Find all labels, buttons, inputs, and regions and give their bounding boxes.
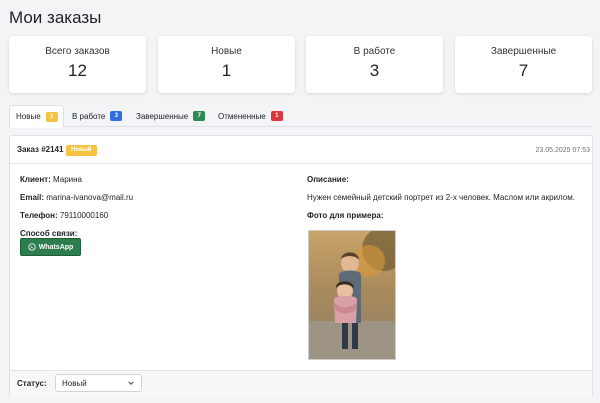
stat-value: 12 <box>68 61 87 80</box>
status-select-value: Новый <box>62 378 87 388</box>
client-value: Марина <box>52 175 82 184</box>
tab-completed[interactable]: Завершенные 7 <box>130 105 212 127</box>
example-photo[interactable] <box>308 230 396 360</box>
phone-field: Телефон: 79110000160 <box>20 211 108 220</box>
stat-value: 7 <box>518 61 529 80</box>
tab-count-badge: 3 <box>110 111 123 121</box>
stat-label: Всего заказов <box>45 46 110 57</box>
photo-label-text: Фото для примера: <box>307 211 384 220</box>
contact-method-label-text: Способ связи: <box>20 229 78 238</box>
order-date: 23.05.2025 07:53 <box>535 147 591 154</box>
stat-card-total: Всего заказов 12 <box>9 36 146 93</box>
description-label: Описание: <box>307 175 349 184</box>
stat-label: В работе <box>353 46 396 57</box>
email-field: Email: marina-ivanova@mail.ru <box>20 193 133 202</box>
tab-cancelled[interactable]: Отмененные 1 <box>212 105 292 127</box>
contact-method-label: Способ связи: <box>20 229 77 238</box>
tab-new[interactable]: Новые 1 <box>9 105 64 128</box>
tab-count-badge: 1 <box>45 111 58 122</box>
tab-label: Завершенные <box>136 111 189 121</box>
stat-card-completed: Завершенные 7 <box>455 36 592 93</box>
description-text: Нужен семейный детский портрет из 2-х че… <box>307 193 575 202</box>
page-title: Мои заказы <box>9 8 102 27</box>
order-card: Заказ #2141 Новый 23.05.2025 07:53 Клиен… <box>9 135 593 398</box>
whatsapp-button[interactable]: WhatsApp <box>20 238 81 256</box>
status-select[interactable]: Новый <box>55 374 142 392</box>
example-photo-image <box>309 231 395 359</box>
whatsapp-icon <box>28 243 36 251</box>
tab-count-badge: 1 <box>270 111 283 121</box>
stat-label: Завершенные <box>490 46 557 57</box>
email-value: marina-ivanova@mail.ru <box>46 193 134 202</box>
stat-card-new: Новые 1 <box>158 36 295 93</box>
order-number: Заказ #2141 <box>17 145 64 154</box>
tab-count-badge: 7 <box>193 111 206 121</box>
status-badge: Новый <box>66 145 97 156</box>
whatsapp-button-label: WhatsApp <box>38 243 74 251</box>
order-tabs: Новые 1 В работе 3 Завершенные 7 Отменен… <box>9 105 591 128</box>
stat-value: 3 <box>369 61 380 80</box>
phone-value: 79110000160 <box>59 211 109 220</box>
order-card-header: Заказ #2141 Новый 23.05.2025 07:53 <box>10 136 592 164</box>
stat-label: Новые <box>211 46 242 57</box>
photo-label: Фото для примера: <box>307 211 384 220</box>
tab-label: В работе <box>72 111 106 121</box>
tab-label: Отмененные <box>218 111 266 121</box>
stat-value: 1 <box>221 61 232 80</box>
order-card-footer: Статус: Новый <box>10 370 592 398</box>
stat-card-in-progress: В работе 3 <box>306 36 443 93</box>
description-label-text: Описание: <box>307 175 349 184</box>
chevron-down-icon <box>128 381 134 385</box>
client-label: Клиент: <box>20 175 51 184</box>
email-label: Email: <box>20 193 45 202</box>
tab-label: Новые <box>16 112 41 121</box>
tab-in-progress[interactable]: В работе 3 <box>66 105 128 127</box>
status-label: Статус: <box>17 379 47 388</box>
client-field: Клиент: Марина <box>20 175 82 184</box>
phone-label: Телефон: <box>20 211 58 220</box>
